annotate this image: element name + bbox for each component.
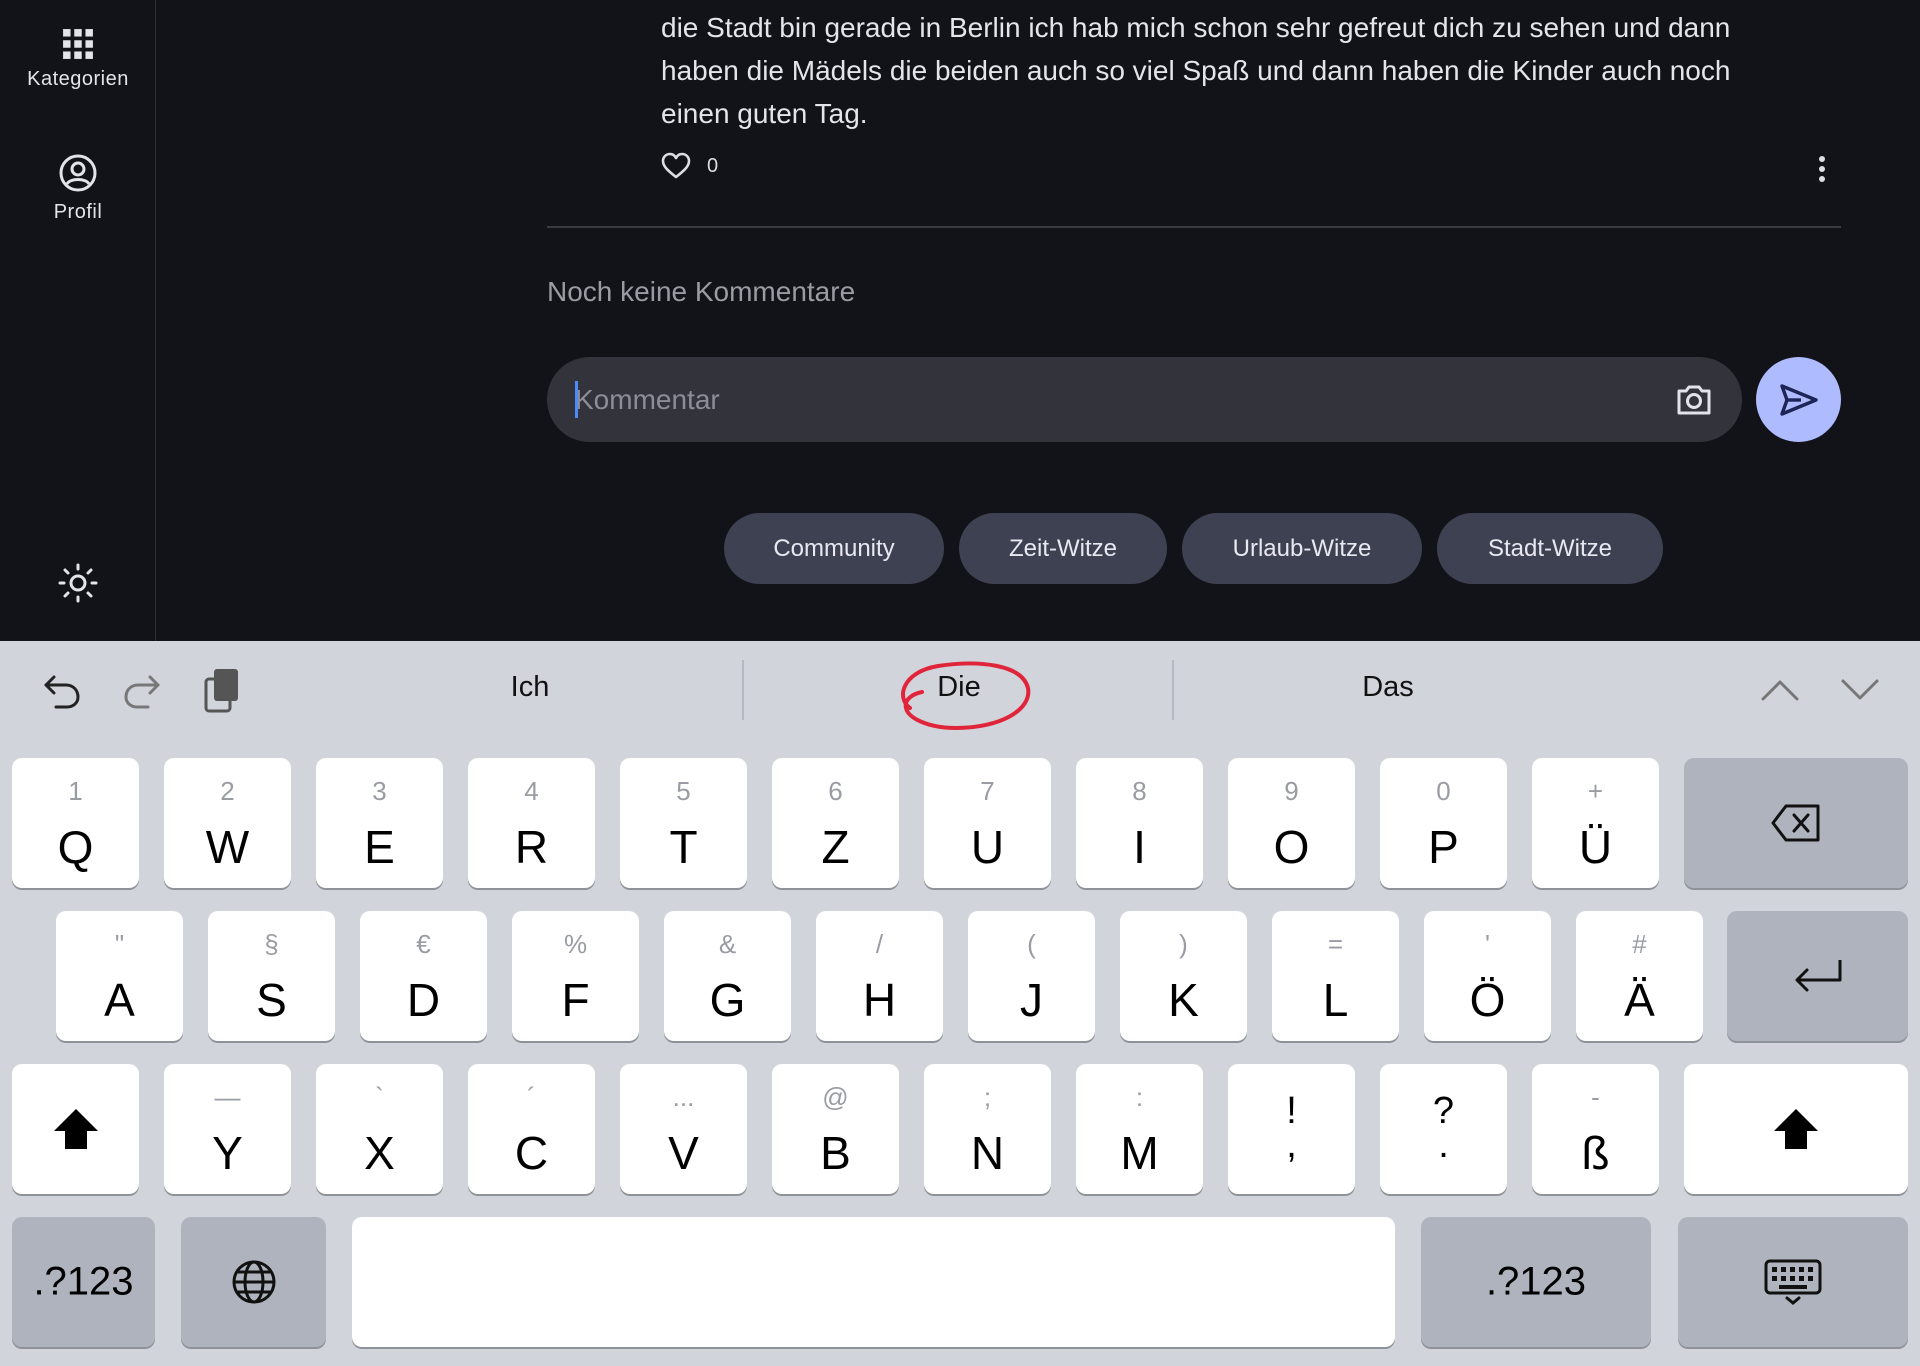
grid-icon (63, 29, 93, 59)
suggestion-item[interactable]: Das (1362, 671, 1414, 704)
chevron-up-icon[interactable] (1760, 677, 1800, 703)
send-button[interactable] (1756, 357, 1841, 442)
key-y[interactable]: — Y (164, 1064, 291, 1194)
camera-icon[interactable] (1671, 377, 1717, 423)
heart-icon[interactable] (661, 152, 691, 180)
tag-chip[interactable]: Community (724, 513, 944, 584)
numbers-key-left[interactable]: .?123 (12, 1217, 155, 1347)
backspace-key[interactable] (1684, 758, 1908, 888)
key-e[interactable]: 3E (316, 758, 443, 888)
sidebar-item-label: Profil (53, 201, 103, 223)
key-a[interactable]: " A (56, 911, 183, 1041)
post-line: einen guten Tag. (661, 98, 868, 129)
sun-icon (58, 563, 98, 603)
key-f[interactable]: % F (512, 911, 639, 1041)
redo-icon[interactable] (122, 671, 162, 711)
key-h[interactable]: / H (816, 911, 943, 1041)
key-l[interactable]: = L (1272, 911, 1399, 1041)
globe-key[interactable] (181, 1217, 326, 1347)
backspace-icon (1771, 804, 1820, 842)
suggestion-divider (742, 660, 744, 720)
key-r[interactable]: 4R (468, 758, 595, 888)
post-body: die Stadt bin gerade in Berlin ich hab m… (661, 6, 1861, 135)
tag-chip[interactable]: Zeit-Witze (959, 513, 1167, 584)
key-k[interactable]: ) K (1120, 911, 1247, 1041)
sidebar: Kategorien Profil (0, 0, 156, 641)
on-screen-keyboard: Ich Die Das 1Q 2W 3E 4R 5T 6Z 7U 8I 9O 0… (0, 641, 1920, 1366)
key-exclaim-comma[interactable]: !, (1228, 1064, 1355, 1194)
post-detail: die Stadt bin gerade in Berlin ich hab m… (156, 0, 1920, 641)
divider (547, 226, 1841, 228)
key-question-period[interactable]: ?. (1380, 1064, 1507, 1194)
clipboard-icon[interactable] (202, 667, 242, 713)
key-p[interactable]: 0P (1380, 758, 1507, 888)
tag-chip[interactable]: Urlaub-Witze (1182, 513, 1422, 584)
key-o[interactable]: 9O (1228, 758, 1355, 888)
theme-toggle-button[interactable] (0, 562, 156, 604)
sidebar-item-categories[interactable]: Kategorien (0, 28, 156, 91)
post-line: haben die Mädels die beiden auch so viel… (661, 55, 1731, 86)
key-w[interactable]: 2W (164, 758, 291, 888)
more-vert-icon[interactable] (1816, 155, 1828, 183)
text-cursor (575, 381, 578, 418)
comment-input[interactable] (575, 357, 1655, 442)
key-ue[interactable]: + Ü (1532, 758, 1659, 888)
post-actions: 0 (661, 152, 718, 180)
key-sz[interactable]: -ß (1532, 1064, 1659, 1194)
shift-key-left[interactable] (12, 1064, 139, 1194)
account-circle-icon (59, 154, 97, 192)
key-ae[interactable]: # Ä (1576, 911, 1703, 1041)
sidebar-item-label: Kategorien (27, 68, 129, 90)
key-n[interactable]: ; N (924, 1064, 1051, 1194)
key-oe[interactable]: ' Ö (1424, 911, 1551, 1041)
key-d[interactable]: € D (360, 911, 487, 1041)
red-circle-annotation (901, 661, 1031, 731)
return-key[interactable] (1727, 911, 1908, 1041)
key-g[interactable]: & G (664, 911, 791, 1041)
tag-chip[interactable]: Stadt-Witze (1437, 513, 1663, 584)
suggestion-item[interactable]: Ich (511, 671, 550, 704)
hide-keyboard-key[interactable] (1678, 1217, 1908, 1347)
empty-comments-text: Noch keine Kommentare (547, 276, 856, 307)
keyboard-hide-icon (1764, 1259, 1822, 1305)
comment-field[interactable] (547, 357, 1742, 442)
chevron-down-icon[interactable] (1840, 677, 1880, 703)
key-x[interactable]: ` X (316, 1064, 443, 1194)
key-v[interactable]: ... V (620, 1064, 747, 1194)
shift-icon (1774, 1109, 1818, 1149)
globe-icon (232, 1260, 275, 1304)
like-count: 0 (707, 154, 719, 177)
key-t[interactable]: 5T (620, 758, 747, 888)
key-z[interactable]: 6Z (772, 758, 899, 888)
key-c[interactable]: ´ C (468, 1064, 595, 1194)
tag-chips: Community Zeit-Witze Urlaub-Witze Stadt-… (724, 513, 1663, 584)
sidebar-item-profile[interactable]: Profil (0, 153, 156, 224)
undo-icon[interactable] (42, 671, 82, 711)
suggestion-divider (1172, 660, 1174, 720)
key-s[interactable]: § S (208, 911, 335, 1041)
shift-key-right[interactable] (1684, 1064, 1908, 1194)
key-i[interactable]: 8I (1076, 758, 1203, 888)
return-icon (1795, 960, 1841, 992)
shift-icon (53, 1109, 98, 1149)
key-b[interactable]: @ B (772, 1064, 899, 1194)
numbers-key-right[interactable]: .?123 (1421, 1217, 1651, 1347)
key-q[interactable]: 1Q (12, 758, 139, 888)
key-m[interactable]: :M (1076, 1064, 1203, 1194)
send-icon (1779, 383, 1818, 416)
space-key[interactable] (352, 1217, 1395, 1347)
post-line: die Stadt bin gerade in Berlin ich hab m… (661, 12, 1731, 43)
key-j[interactable]: (J (968, 911, 1095, 1041)
app-window: Kategorien Profil die Stadt bin gerade i… (0, 0, 1920, 641)
key-u[interactable]: 7U (924, 758, 1051, 888)
